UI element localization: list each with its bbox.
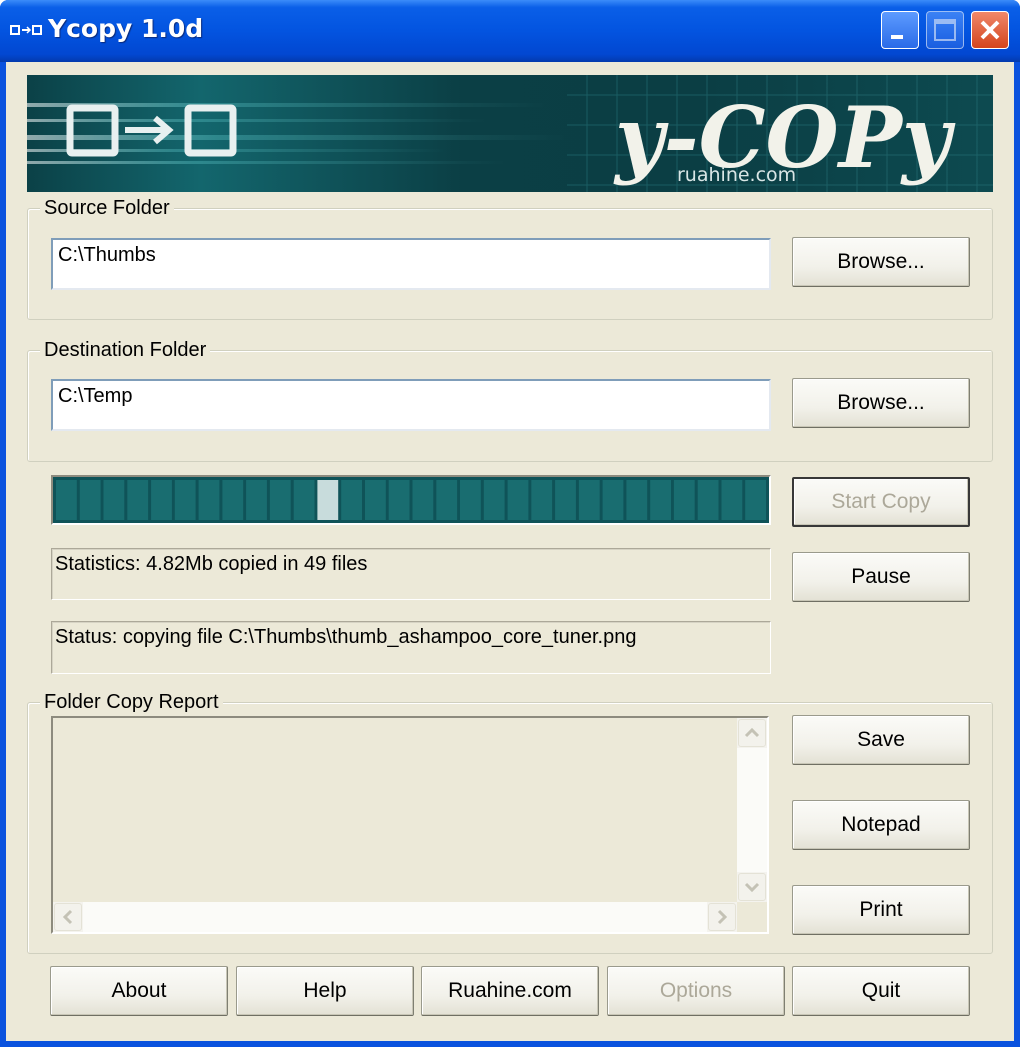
close-icon — [980, 20, 1000, 40]
progress-segment — [412, 480, 434, 520]
progress-segment — [507, 480, 529, 520]
help-button[interactable]: Help — [236, 966, 414, 1016]
progress-segment — [578, 480, 600, 520]
chevron-down-icon — [744, 882, 760, 893]
progress-segment — [697, 480, 719, 520]
report-horizontal-scrollbar[interactable] — [53, 902, 737, 932]
horizontal-scroll-track[interactable] — [83, 902, 707, 932]
progress-segment — [365, 480, 386, 520]
progress-segment — [293, 480, 315, 520]
copy-arrow-icon — [66, 104, 237, 157]
maximize-icon — [934, 19, 956, 41]
pause-button[interactable]: Pause — [792, 552, 970, 602]
chevron-left-icon — [62, 909, 73, 925]
scrollbar-corner — [737, 902, 767, 932]
progress-segment — [460, 480, 481, 520]
progress-segment — [555, 480, 576, 520]
banner-graphic: y-COPy ruahine.com — [27, 75, 993, 192]
progress-segment — [673, 480, 695, 520]
scroll-up-button[interactable] — [738, 719, 766, 747]
window-title: Ycopy 1.0d — [48, 14, 204, 43]
statistics-panel: Statistics: 4.82Mb copied in 49 files — [51, 548, 771, 600]
print-button[interactable]: Print — [792, 885, 970, 935]
dialog-client: y-COPy ruahine.com Source Folder C:\Thum… — [6, 62, 1014, 1041]
banner: y-COPy ruahine.com — [27, 75, 993, 192]
source-folder-label: Source Folder — [40, 197, 174, 220]
about-button[interactable]: About — [50, 966, 228, 1016]
progress-segment — [174, 480, 196, 520]
progress-segments — [56, 480, 766, 520]
progress-segment — [56, 480, 77, 520]
progress-segment — [626, 480, 648, 520]
progress-segment — [127, 480, 149, 520]
progress-segment — [602, 480, 624, 520]
progress-segment — [269, 480, 291, 520]
minimize-icon — [891, 35, 903, 39]
vertical-scroll-track[interactable] — [737, 748, 767, 872]
progress-segment — [483, 480, 505, 520]
status-text: Status: copying file C:\Thumbs\thumb_ash… — [55, 626, 637, 648]
status-panel: Status: copying file C:\Thumbs\thumb_ash… — [51, 621, 771, 674]
close-button[interactable] — [971, 11, 1009, 49]
minimize-button[interactable] — [881, 11, 919, 49]
progress-segment — [341, 480, 362, 520]
report-text-area[interactable] — [51, 716, 769, 934]
title-bar[interactable]: Ycopy 1.0d — [0, 0, 1020, 62]
notepad-button[interactable]: Notepad — [792, 800, 970, 850]
progress-segment — [531, 480, 553, 520]
maximize-button[interactable] — [926, 11, 964, 49]
progress-segment — [246, 480, 267, 520]
scroll-down-button[interactable] — [738, 873, 766, 901]
progress-segment — [151, 480, 172, 520]
progress-segment — [721, 480, 743, 520]
progress-segment — [198, 480, 220, 520]
destination-browse-button[interactable]: Browse... — [792, 378, 970, 428]
progress-segment — [436, 480, 458, 520]
scroll-right-button[interactable] — [708, 903, 736, 931]
folder-copy-report-label: Folder Copy Report — [40, 691, 223, 714]
source-browse-button[interactable]: Browse... — [792, 237, 970, 287]
scroll-left-button[interactable] — [54, 903, 82, 931]
options-button[interactable]: Options — [607, 966, 785, 1016]
start-copy-button[interactable]: Start Copy — [792, 477, 970, 527]
progress-segment — [650, 480, 671, 520]
chevron-right-icon — [717, 909, 728, 925]
progress-segment — [745, 480, 766, 520]
arrow-copy-icon — [10, 25, 42, 35]
destination-folder-label: Destination Folder — [40, 339, 211, 362]
destination-folder-input[interactable]: C:\Temp — [51, 379, 771, 431]
progress-segment — [79, 480, 101, 520]
progress-segment-active — [317, 480, 339, 520]
report-vertical-scrollbar[interactable] — [737, 718, 767, 902]
banner-site-text: ruahine.com — [677, 164, 796, 186]
save-button[interactable]: Save — [792, 715, 970, 765]
copy-progress-bar — [51, 475, 771, 525]
app-window: Ycopy 1.0d y-COPy ruahine.com Source Fol… — [0, 0, 1020, 1047]
progress-segment — [103, 480, 125, 520]
ruahine-link-button[interactable]: Ruahine.com — [421, 966, 599, 1016]
progress-segment — [388, 480, 410, 520]
source-folder-input[interactable]: C:\Thumbs — [51, 238, 771, 290]
chevron-up-icon — [744, 727, 760, 738]
quit-button[interactable]: Quit — [792, 966, 970, 1016]
progress-segment — [222, 480, 244, 520]
statistics-text: Statistics: 4.82Mb copied in 49 files — [55, 553, 368, 575]
